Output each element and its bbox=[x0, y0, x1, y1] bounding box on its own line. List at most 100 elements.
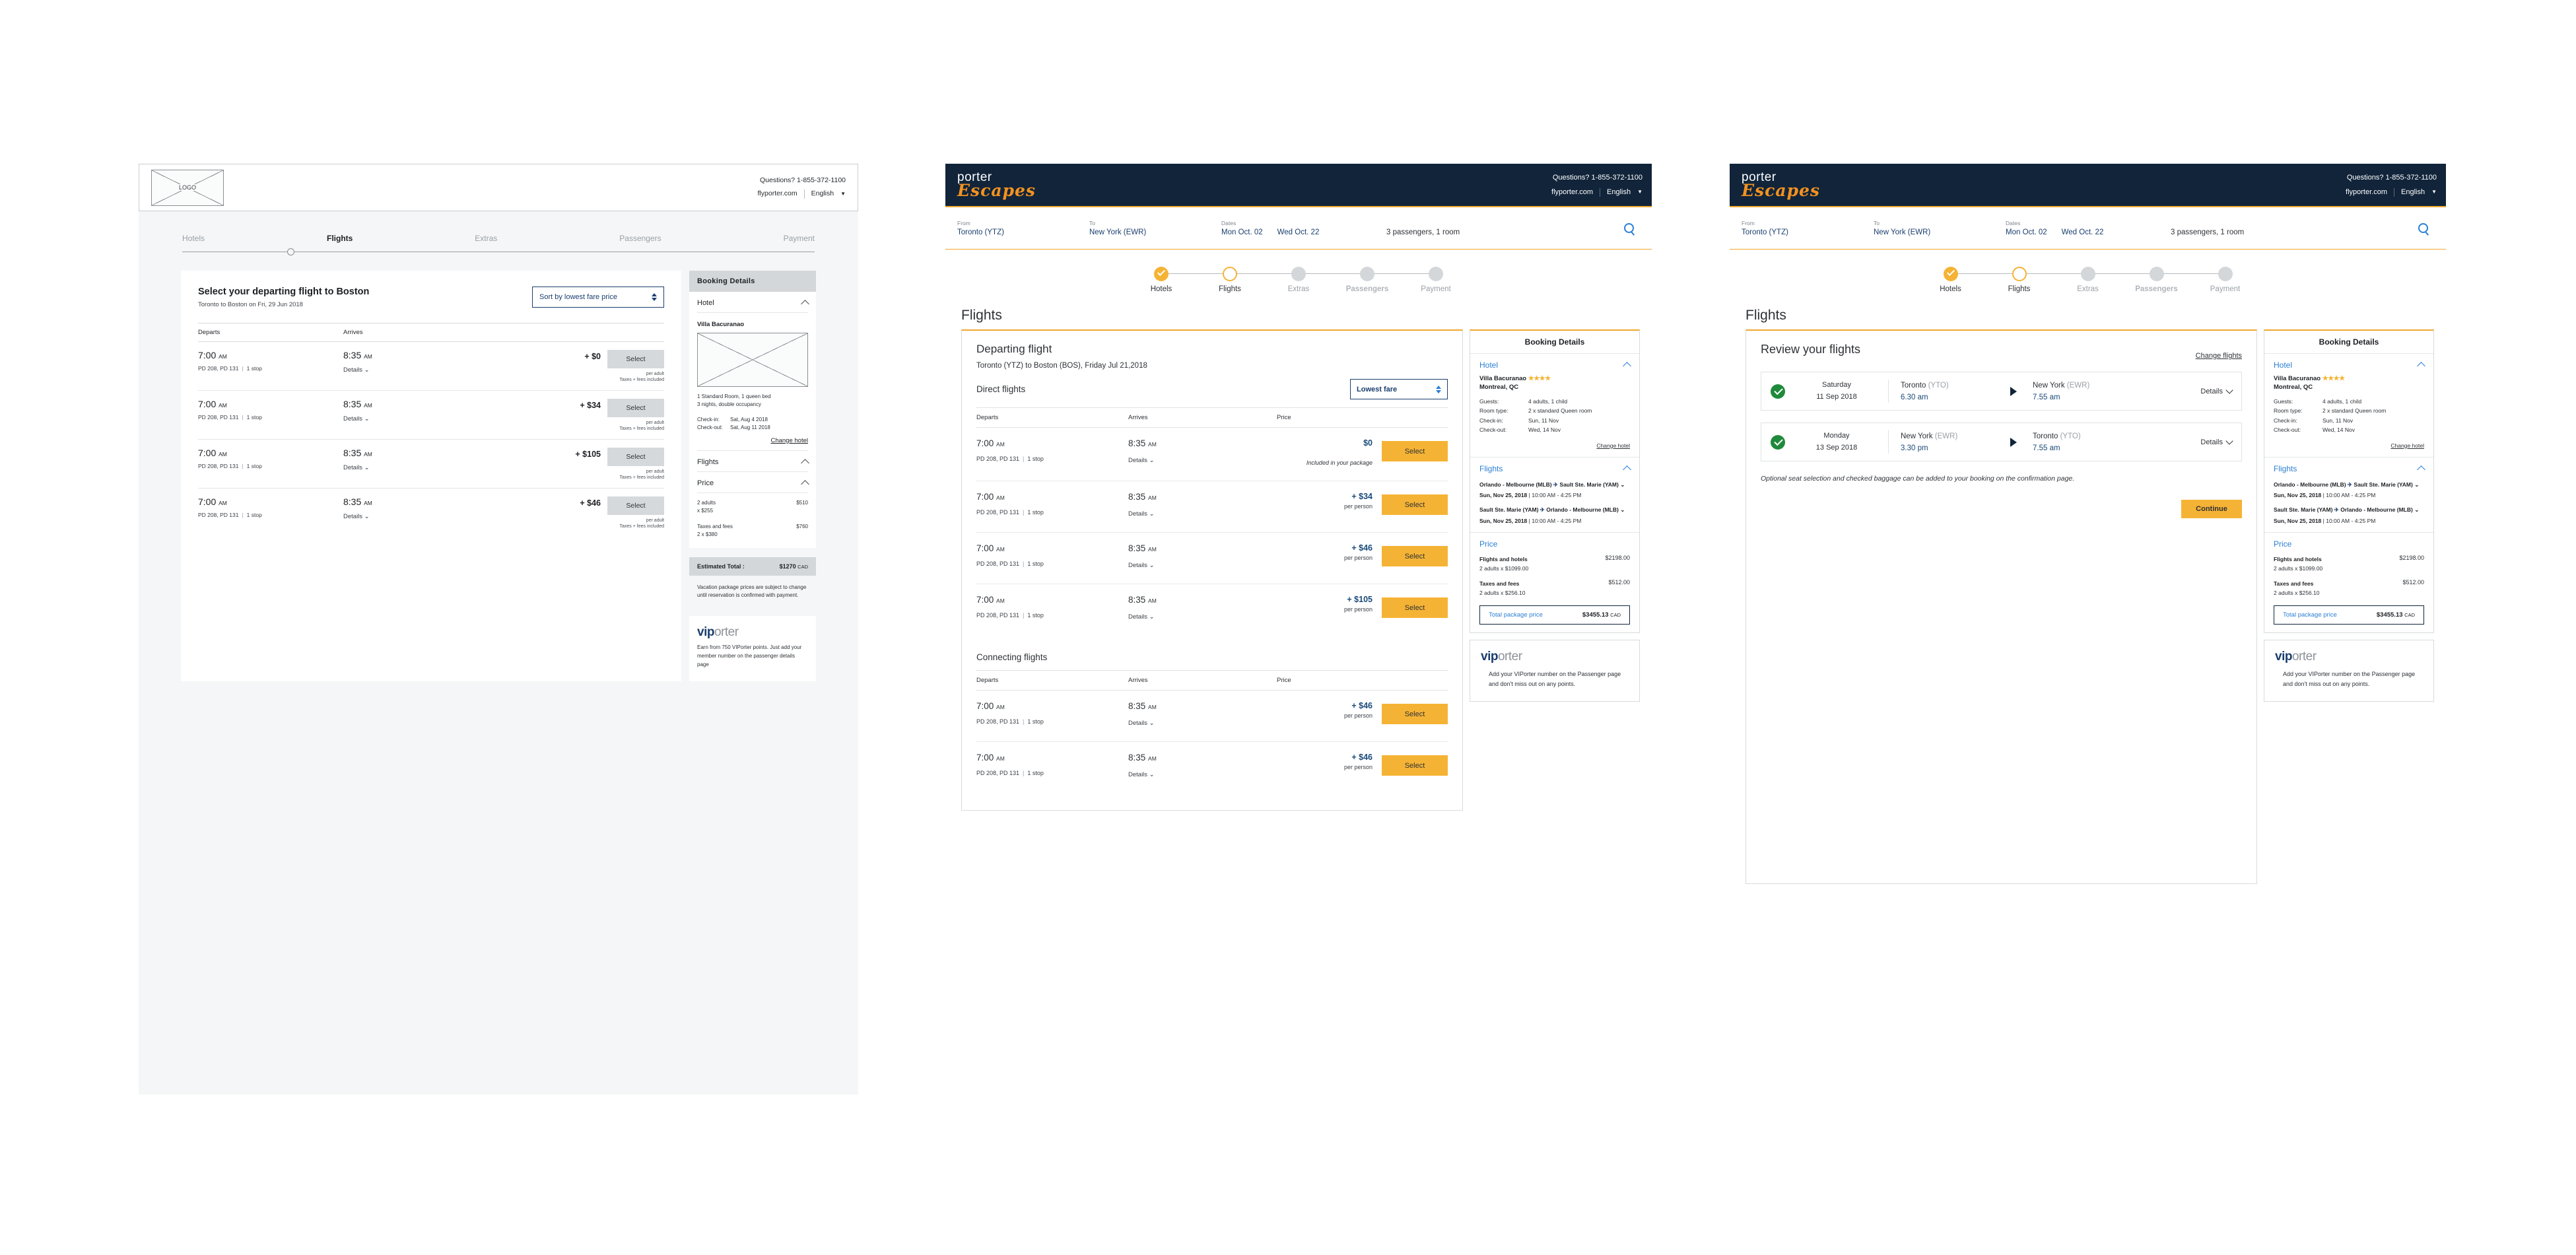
search-field-dates[interactable]: Dates Mon Oct. 02 Wed Oct. 22 bbox=[1221, 220, 1386, 236]
direct-flights-label: Direct flights bbox=[976, 384, 1025, 394]
arrive-time: 8:35 AM bbox=[343, 399, 508, 409]
change-hotel-link[interactable]: Change hotel bbox=[697, 432, 808, 451]
change-hotel-link[interactable]: Change hotel bbox=[1479, 442, 1630, 449]
stepper-item-hotels[interactable]: Hotels bbox=[1127, 267, 1196, 293]
details-toggle[interactable]: Details ⌄ bbox=[343, 513, 508, 520]
stepper-label: Flights bbox=[1196, 285, 1264, 293]
details-toggle[interactable]: Details ⌄ bbox=[1128, 562, 1277, 569]
stepper-item-extras[interactable]: Extras bbox=[1264, 267, 1333, 293]
search-field-from[interactable]: From Toronto (YTZ) bbox=[957, 220, 1089, 236]
details-toggle[interactable]: Details ⌄ bbox=[1128, 457, 1277, 464]
total-currency: CAD bbox=[1610, 612, 1621, 618]
details-toggle[interactable]: Details ⌄ bbox=[1128, 771, 1277, 778]
accordion-flights[interactable]: Flights bbox=[1479, 464, 1630, 473]
sort-select[interactable]: Sort by lowest fare price bbox=[532, 287, 664, 308]
details-toggle[interactable]: Details ⌄ bbox=[343, 366, 508, 374]
date-start: Mon Oct. 02 bbox=[2006, 228, 2047, 236]
stepper-item-flights[interactable]: Flights bbox=[1196, 267, 1264, 293]
step-passengers[interactable]: Passengers bbox=[619, 234, 661, 243]
change-hotel-link[interactable]: Change hotel bbox=[2274, 442, 2424, 449]
chevron-down-icon[interactable]: ⌄ bbox=[1620, 506, 1625, 513]
stepper-item-payment[interactable]: Payment bbox=[2191, 267, 2260, 293]
stepper-item-payment[interactable]: Payment bbox=[1402, 267, 1470, 293]
language-selector[interactable]: English bbox=[1607, 185, 1631, 199]
select-button[interactable]: Select bbox=[607, 496, 664, 515]
viporter-logo-vip: vip bbox=[1481, 650, 1498, 663]
details-toggle[interactable]: Details ⌄ bbox=[1128, 720, 1277, 727]
viporter-logo-orter: orter bbox=[714, 625, 739, 639]
select-button[interactable]: Select bbox=[1382, 755, 1448, 776]
fare-price: + $46 bbox=[1293, 543, 1373, 553]
accordion-flights[interactable]: Flights bbox=[697, 451, 808, 472]
stepper-connector bbox=[2095, 273, 2150, 274]
sort-select[interactable]: Lowest fare bbox=[1350, 379, 1448, 399]
flyporter-link[interactable]: flyporter.com bbox=[2346, 185, 2387, 199]
chevron-down-icon[interactable]: ⌄ bbox=[2414, 506, 2419, 513]
flyporter-link[interactable]: flyporter.com bbox=[758, 187, 797, 201]
chevron-down-icon[interactable]: ⌄ bbox=[1620, 481, 1625, 488]
arrive-time: 8:35 AM bbox=[343, 448, 508, 458]
chevron-down-icon[interactable]: ⌄ bbox=[2414, 481, 2419, 488]
accordion-hotel[interactable]: Hotel bbox=[1479, 360, 1630, 370]
details-toggle[interactable]: Details ⌄ bbox=[1128, 613, 1277, 621]
viporter-logo: viporter bbox=[2275, 650, 2423, 664]
search-field-from[interactable]: From Toronto (YTZ) bbox=[1742, 220, 1874, 236]
stepper-item-flights[interactable]: Flights bbox=[1985, 267, 2054, 293]
chevron-up-icon bbox=[1623, 362, 1631, 370]
accordion-hotel[interactable]: Hotel bbox=[697, 292, 808, 313]
language-selector[interactable]: English bbox=[2401, 185, 2425, 199]
accordion-price[interactable]: Price bbox=[1479, 539, 1630, 549]
select-button[interactable]: Select bbox=[1382, 597, 1448, 618]
accordion-hotel[interactable]: Hotel bbox=[2274, 360, 2424, 370]
sidebar-hotel-section: Hotel Villa Bacuranao ★★★★ Montreal, QC … bbox=[1470, 354, 1639, 458]
search-field-to[interactable]: To New York (EWR) bbox=[1089, 220, 1221, 236]
select-button[interactable]: Select bbox=[1382, 441, 1448, 461]
language-selector[interactable]: English bbox=[811, 187, 834, 201]
viporter-card: viporter Earn from 750 VIPorter points. … bbox=[689, 616, 816, 681]
flyporter-link[interactable]: flyporter.com bbox=[1551, 185, 1593, 199]
select-button[interactable]: Select bbox=[1382, 494, 1448, 515]
change-flights-link[interactable]: Change flights bbox=[2196, 352, 2242, 360]
details-toggle[interactable]: Details ⌄ bbox=[343, 415, 508, 423]
select-button[interactable]: Select bbox=[607, 399, 664, 417]
details-toggle[interactable]: Details ⌄ bbox=[1128, 510, 1277, 518]
sidebar-flight-leg: Sault Ste. Marie (YAM) ✈ Orlando - Melbo… bbox=[2274, 505, 2424, 524]
select-button[interactable]: Select bbox=[1382, 704, 1448, 724]
porter-escapes-logo[interactable]: porter Escapes bbox=[1742, 171, 1820, 199]
search-field-passengers[interactable]: 3 passengers, 1 room bbox=[2171, 220, 2412, 236]
viporter-logo: viporter bbox=[1481, 650, 1629, 664]
search-field-passengers[interactable]: 3 passengers, 1 room bbox=[1386, 220, 1617, 236]
search-field-dates[interactable]: Dates Mon Oct. 02 Wed Oct. 22 bbox=[2006, 220, 2171, 236]
continue-button[interactable]: Continue bbox=[2181, 500, 2242, 518]
price-row: Taxes and fees2 adults x $256.10$512.00 bbox=[1479, 579, 1630, 597]
accordion-price[interactable]: Price bbox=[697, 472, 808, 493]
step-hotels[interactable]: Hotels bbox=[182, 234, 205, 243]
details-toggle[interactable]: Details bbox=[2200, 388, 2232, 395]
search-icon[interactable] bbox=[1617, 223, 1640, 233]
flight-numbers: PD 208, PD 131|1 stop bbox=[198, 463, 343, 469]
search-field-to[interactable]: To New York (EWR) bbox=[1874, 220, 2006, 236]
stepper-item-extras[interactable]: Extras bbox=[2054, 267, 2122, 293]
porter-escapes-logo[interactable]: porter Escapes bbox=[957, 171, 1036, 199]
price-row: 2 adults x $255 $510 bbox=[697, 493, 808, 515]
depart-time: 7:00 AM bbox=[976, 753, 1128, 763]
step-extras[interactable]: Extras bbox=[475, 234, 497, 243]
select-button[interactable]: Select bbox=[607, 448, 664, 466]
step-payment[interactable]: Payment bbox=[784, 234, 815, 243]
hotel-image-placeholder bbox=[697, 333, 808, 387]
details-toggle[interactable]: Details bbox=[2200, 438, 2232, 446]
details-toggle[interactable]: Details ⌄ bbox=[343, 464, 508, 471]
flight-rows: 7:00 AMPD 208, PD 131|1 stop8:35 AMDetai… bbox=[198, 342, 664, 537]
search-icon[interactable] bbox=[2412, 223, 2434, 233]
stepper-item-hotels[interactable]: Hotels bbox=[1916, 267, 1985, 293]
review-flights-card: Review your flights Change flights Satur… bbox=[1746, 329, 2257, 884]
accordion-price[interactable]: Price bbox=[2274, 539, 2424, 549]
fare-per-label: per person bbox=[1293, 606, 1373, 613]
select-button[interactable]: Select bbox=[1382, 546, 1448, 566]
chevron-down-icon bbox=[2225, 386, 2233, 393]
step-flights[interactable]: Flights bbox=[327, 234, 353, 243]
select-button[interactable]: Select bbox=[607, 350, 664, 368]
stepper-item-passengers[interactable]: Passengers bbox=[1333, 267, 1402, 293]
stepper-item-passengers[interactable]: Passengers bbox=[2122, 267, 2191, 293]
accordion-flights[interactable]: Flights bbox=[2274, 464, 2424, 473]
